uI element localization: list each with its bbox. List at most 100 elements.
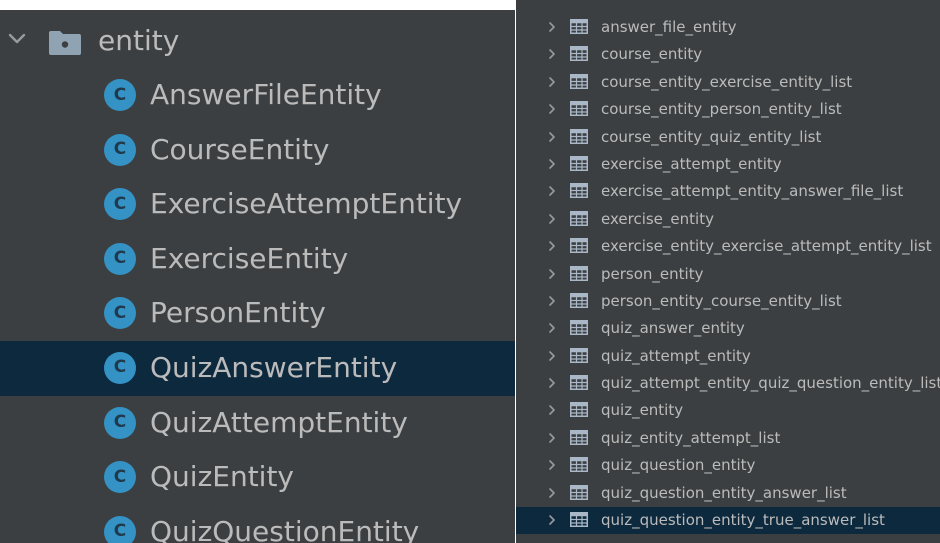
class-icon: C bbox=[104, 242, 136, 275]
folder-label: entity bbox=[98, 24, 180, 57]
chevron-down-icon[interactable] bbox=[6, 28, 28, 50]
table-tree-item[interactable]: person_entity_course_entity_list bbox=[516, 288, 940, 315]
table-icon bbox=[570, 19, 588, 34]
class-label: QuizAnswerEntity bbox=[150, 350, 398, 384]
table-label: exercise_attempt_entity bbox=[601, 154, 782, 173]
table-tree-item[interactable]: quiz_entity_attempt_list bbox=[516, 425, 940, 452]
table-label: quiz_question_entity_answer_list bbox=[601, 483, 847, 502]
chevron-right-icon[interactable] bbox=[546, 213, 558, 225]
chevron-right-icon[interactable] bbox=[546, 487, 558, 499]
chevron-right-icon[interactable] bbox=[546, 268, 558, 280]
table-icon bbox=[570, 292, 588, 308]
table-tree-item[interactable]: exercise_entity bbox=[516, 206, 940, 233]
chevron-right-icon[interactable] bbox=[546, 459, 558, 471]
table-tree-item[interactable]: quiz_attempt_entity bbox=[516, 343, 940, 370]
chevron-right-icon[interactable] bbox=[546, 158, 558, 170]
chevron-right-icon[interactable] bbox=[546, 21, 558, 33]
folder-icon bbox=[49, 31, 81, 55]
class-tree-item[interactable]: C ExerciseEntity bbox=[0, 232, 515, 287]
table-tree-item[interactable]: quiz_question_entity_true_answer_list bbox=[516, 507, 940, 535]
table-tree-item[interactable]: quiz_answer_entity bbox=[516, 315, 940, 342]
class-icon-letter: C bbox=[113, 84, 127, 105]
chevron-right-icon[interactable] bbox=[546, 514, 558, 526]
table-icon bbox=[570, 265, 588, 281]
table-tree-item[interactable]: exercise_attempt_entity_answer_file_list bbox=[516, 178, 940, 205]
table-label: answer_file_entity bbox=[601, 18, 737, 36]
class-tree-item[interactable]: C CourseEntity bbox=[0, 123, 515, 178]
chevron-right-icon[interactable] bbox=[546, 185, 558, 197]
project-tree-panel: entity C AnswerFileEntity C CourseEntity C Ex… bbox=[0, 0, 515, 543]
class-tree-item[interactable]: C ExerciseAttemptEntity bbox=[0, 177, 515, 232]
table-icon bbox=[570, 101, 588, 117]
class-icon-letter: C bbox=[113, 466, 127, 487]
panel-top-edge bbox=[0, 0, 515, 10]
class-tree-item[interactable]: C PersonEntity bbox=[0, 286, 515, 341]
class-tree-item[interactable]: C AnswerFileEntity bbox=[0, 68, 515, 123]
chevron-right-icon[interactable] bbox=[546, 76, 558, 88]
class-label: AnswerFileEntity bbox=[150, 78, 382, 111]
class-icon: C bbox=[104, 188, 136, 221]
class-icon-letter: C bbox=[113, 357, 127, 378]
table-label: exercise_entity bbox=[601, 209, 714, 228]
chevron-right-icon[interactable] bbox=[546, 48, 558, 60]
table-icon bbox=[570, 402, 588, 418]
class-icon-letter: C bbox=[113, 521, 127, 542]
class-label: CourseEntity bbox=[150, 132, 330, 166]
table-label: course_entity bbox=[601, 45, 703, 64]
class-label: QuizQuestionEntity bbox=[150, 514, 420, 543]
chevron-right-icon[interactable] bbox=[546, 377, 558, 389]
table-tree-item[interactable]: quiz_question_entity bbox=[516, 452, 940, 479]
table-tree-item[interactable]: course_entity_person_entity_list bbox=[516, 96, 940, 123]
class-icon-letter: C bbox=[113, 302, 127, 323]
entity-folder-node[interactable]: entity bbox=[0, 14, 515, 68]
chevron-right-icon[interactable] bbox=[546, 432, 558, 444]
table-label: course_entity_person_entity_list bbox=[601, 100, 842, 119]
chevron-right-icon[interactable] bbox=[546, 404, 558, 416]
table-tree-item[interactable]: exercise_entity_exercise_attempt_entity_… bbox=[516, 233, 940, 260]
chevron-right-icon[interactable] bbox=[546, 295, 558, 307]
table-icon bbox=[570, 155, 588, 171]
class-icon: C bbox=[104, 351, 136, 384]
class-tree-item[interactable]: C QuizEntity bbox=[0, 450, 515, 505]
table-list: answer_file_entity course_entity course_en… bbox=[516, 14, 940, 535]
table-tree-item[interactable]: person_entity bbox=[516, 261, 940, 288]
class-label: PersonEntity bbox=[150, 296, 326, 330]
chevron-right-icon[interactable] bbox=[546, 103, 558, 115]
table-label: quiz_question_entity bbox=[601, 456, 756, 475]
class-tree-item[interactable]: C QuizAttemptEntity bbox=[0, 396, 515, 451]
table-label: person_entity bbox=[601, 264, 704, 283]
chevron-right-icon[interactable] bbox=[546, 131, 558, 143]
table-tree-item[interactable]: answer_file_entity bbox=[516, 14, 940, 41]
table-tree-item[interactable]: quiz_entity bbox=[516, 397, 940, 424]
table-tree-item[interactable]: course_entity_quiz_entity_list bbox=[516, 124, 940, 151]
class-icon: C bbox=[104, 297, 136, 330]
table-icon bbox=[570, 484, 588, 500]
table-icon bbox=[570, 210, 588, 226]
chevron-right-icon[interactable] bbox=[546, 350, 558, 362]
table-tree-item[interactable]: quiz_attempt_entity_quiz_question_entity… bbox=[516, 370, 940, 397]
table-label: person_entity_course_entity_list bbox=[601, 291, 842, 310]
table-icon bbox=[570, 128, 588, 144]
class-label: QuizAttemptEntity bbox=[150, 405, 408, 439]
class-icon-letter: C bbox=[113, 248, 127, 269]
class-icon: C bbox=[104, 79, 136, 111]
class-icon-letter: C bbox=[113, 139, 127, 160]
table-tree-item[interactable]: quiz_question_entity_answer_list bbox=[516, 480, 940, 507]
class-tree-item[interactable]: C QuizQuestionEntity bbox=[0, 505, 515, 543]
chevron-right-icon[interactable] bbox=[546, 322, 558, 334]
chevron-right-icon[interactable] bbox=[546, 240, 558, 252]
class-icon: C bbox=[104, 515, 136, 543]
table-icon bbox=[570, 46, 588, 62]
table-label: quiz_question_entity_true_answer_list bbox=[601, 511, 885, 530]
table-icon bbox=[570, 183, 588, 199]
class-tree-item[interactable]: C QuizAnswerEntity bbox=[0, 340, 515, 396]
table-tree-item[interactable]: course_entity bbox=[516, 41, 940, 68]
table-tree-item[interactable]: exercise_attempt_entity bbox=[516, 151, 940, 178]
table-icon bbox=[570, 238, 588, 254]
table-icon bbox=[570, 347, 588, 363]
table-label: course_entity_exercise_entity_list bbox=[601, 72, 853, 91]
database-tables-panel: answer_file_entity course_entity course_en… bbox=[516, 0, 940, 543]
table-icon bbox=[570, 73, 588, 89]
table-label: quiz_entity_attempt_list bbox=[601, 428, 781, 447]
table-tree-item[interactable]: course_entity_exercise_entity_list bbox=[516, 69, 940, 96]
